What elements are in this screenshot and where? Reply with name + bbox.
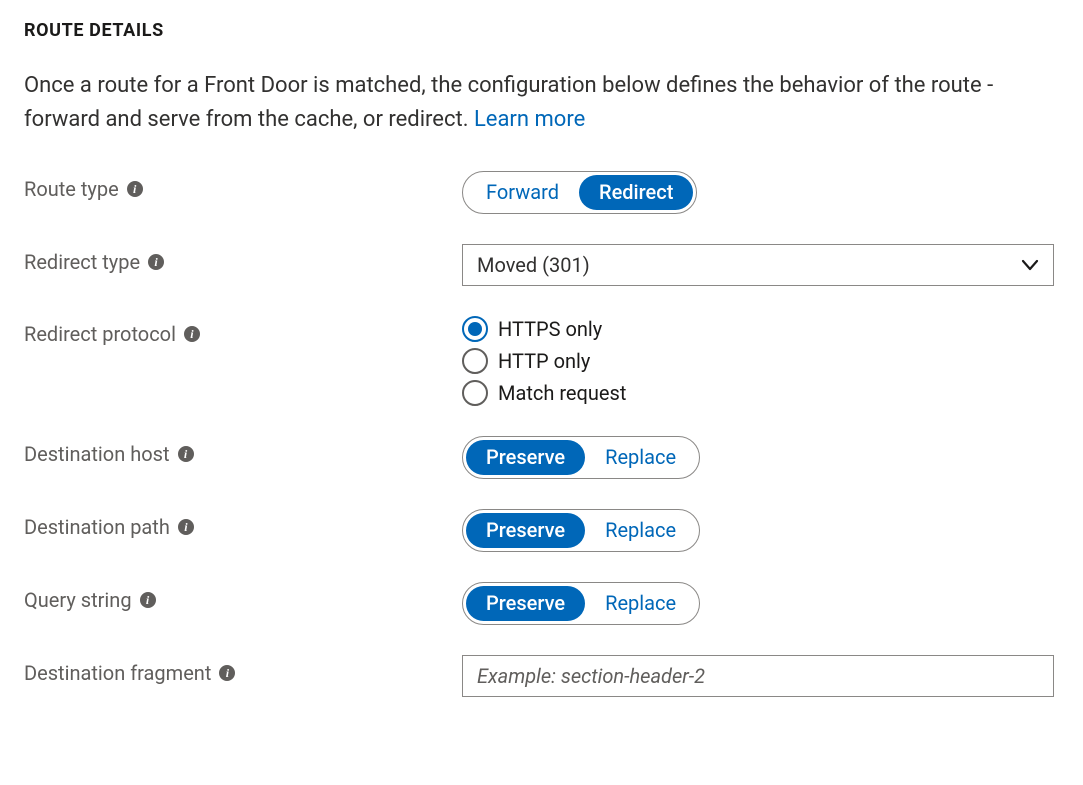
redirect-protocol-label: Redirect protocol i [24,316,462,346]
query-string-option-replace[interactable]: Replace [585,586,696,621]
info-icon[interactable]: i [178,446,194,462]
route-type-toggle: Forward Redirect [462,171,697,214]
query-string-toggle: Preserve Replace [462,582,700,625]
label-text: Destination path [24,515,170,539]
query-string-label: Query string i [24,582,462,612]
info-icon[interactable]: i [184,326,200,342]
destination-path-option-replace[interactable]: Replace [585,513,696,548]
section-description: Once a route for a Front Door is matched… [24,69,1044,137]
redirect-protocol-radio-group: HTTPS only HTTP only Match request [462,316,1059,406]
destination-path-option-preserve[interactable]: Preserve [466,513,585,548]
redirect-protocol-option-http[interactable]: HTTP only [462,348,1059,374]
info-icon[interactable]: i [148,254,164,270]
redirect-type-label: Redirect type i [24,244,462,274]
label-text: Query string [24,588,132,612]
destination-fragment-label: Destination fragment i [24,655,462,685]
redirect-protocol-option-match[interactable]: Match request [462,380,1059,406]
redirect-protocol-option-https[interactable]: HTTPS only [462,316,1059,342]
info-icon[interactable]: i [178,519,194,535]
query-string-option-preserve[interactable]: Preserve [466,586,585,621]
label-text: Redirect type [24,250,140,274]
route-type-label: Route type i [24,171,462,201]
radio-label: HTTPS only [498,317,602,341]
destination-host-label: Destination host i [24,436,462,466]
radio-icon [462,316,488,342]
radio-label: HTTP only [498,349,590,373]
label-text: Route type [24,177,119,201]
info-icon[interactable]: i [219,665,235,681]
destination-fragment-input[interactable] [462,655,1054,697]
destination-path-toggle: Preserve Replace [462,509,700,552]
destination-path-label: Destination path i [24,509,462,539]
section-heading: ROUTE DETAILS [24,20,1059,41]
redirect-type-select[interactable]: Moved (301) [462,244,1054,286]
radio-icon [462,380,488,406]
destination-host-option-preserve[interactable]: Preserve [466,440,585,475]
route-type-option-forward[interactable]: Forward [466,175,579,210]
label-text: Redirect protocol [24,322,176,346]
info-icon[interactable]: i [140,592,156,608]
radio-icon [462,348,488,374]
info-icon[interactable]: i [127,181,143,197]
label-text: Destination fragment [24,661,211,685]
label-text: Destination host [24,442,170,466]
destination-host-toggle: Preserve Replace [462,436,700,479]
radio-label: Match request [498,381,626,405]
route-type-option-redirect[interactable]: Redirect [579,175,693,210]
learn-more-link[interactable]: Learn more [474,107,585,132]
destination-host-option-replace[interactable]: Replace [585,440,696,475]
